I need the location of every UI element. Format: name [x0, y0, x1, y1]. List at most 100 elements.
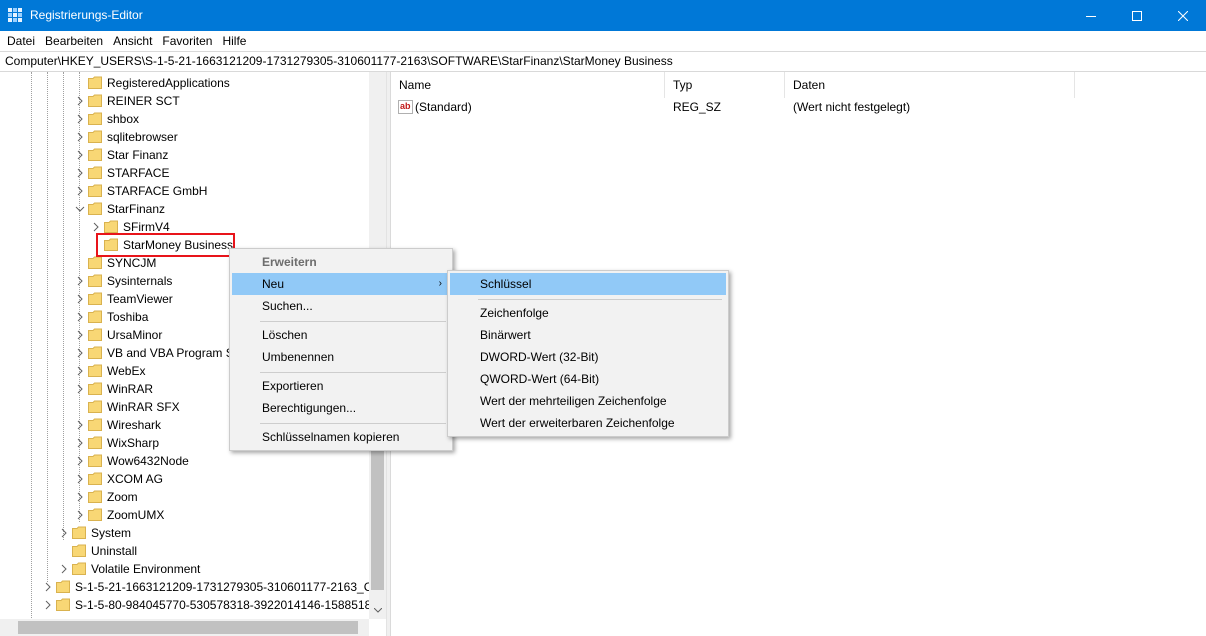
- menu-item-erweitern[interactable]: Erweitern: [232, 251, 450, 273]
- chevron-right-icon[interactable]: [75, 150, 85, 160]
- menu-ansicht[interactable]: Ansicht: [108, 32, 157, 50]
- menu-item-exportieren[interactable]: Exportieren: [232, 375, 450, 397]
- submenu-item-multi-string[interactable]: Wert der mehrteiligen Zeichenfolge: [450, 390, 726, 412]
- tree-item-label: StarFinanz: [107, 202, 166, 216]
- tree-item-label: RegisteredApplications: [107, 76, 230, 90]
- chevron-right-icon[interactable]: [75, 510, 85, 520]
- menu-item-berechtigungen[interactable]: Berechtigungen...: [232, 397, 450, 419]
- submenu-item-binaerwert[interactable]: Binärwert: [450, 324, 726, 346]
- tree-item[interactable]: REINER SCT: [0, 92, 386, 110]
- tree-item[interactable]: System: [0, 524, 386, 542]
- menu-bar: Datei Bearbeiten Ansicht Favoriten Hilfe: [0, 31, 1206, 51]
- chevron-right-icon[interactable]: [43, 600, 53, 610]
- submenu-item-zeichenfolge[interactable]: Zeichenfolge: [450, 302, 726, 324]
- tree-horizontal-scrollbar[interactable]: [0, 619, 369, 636]
- menu-separator: [478, 299, 722, 300]
- folder-icon: [72, 526, 86, 539]
- tree-hscroll-thumb[interactable]: [18, 621, 358, 634]
- chevron-right-icon[interactable]: [75, 492, 85, 502]
- close-button[interactable]: [1160, 0, 1206, 31]
- menu-item-schluesselnamen-kopieren[interactable]: Schlüsselnamen kopieren: [232, 426, 450, 448]
- tree-item-label: UrsaMinor: [107, 328, 163, 342]
- chevron-right-icon[interactable]: [75, 348, 85, 358]
- folder-icon: [88, 346, 102, 359]
- submenu-item-expandable-string[interactable]: Wert der erweiterbaren Zeichenfolge: [450, 412, 726, 434]
- minimize-button[interactable]: [1068, 0, 1114, 31]
- chevron-down-icon[interactable]: [75, 204, 85, 214]
- tree-item[interactable]: XCOM AG: [0, 470, 386, 488]
- submenu-item-dword[interactable]: DWORD-Wert (32-Bit): [450, 346, 726, 368]
- chevron-right-icon[interactable]: [75, 384, 85, 394]
- tree-item[interactable]: STARFACE GmbH: [0, 182, 386, 200]
- tree-item-label: WinRAR: [107, 382, 154, 396]
- tree-item-label: ZoomUMX: [107, 508, 165, 522]
- chevron-right-icon[interactable]: [91, 222, 101, 232]
- chevron-right-icon[interactable]: [75, 186, 85, 196]
- tree-item[interactable]: StarFinanz: [0, 200, 386, 218]
- menu-item-suchen[interactable]: Suchen...: [232, 295, 450, 317]
- folder-icon: [88, 292, 102, 305]
- tree-item[interactable]: Star Finanz: [0, 146, 386, 164]
- chevron-right-icon[interactable]: [59, 564, 69, 574]
- tree-item[interactable]: sqlitebrowser: [0, 128, 386, 146]
- tree-item[interactable]: RegisteredApplications: [0, 74, 386, 92]
- column-header-type[interactable]: Typ: [665, 72, 785, 98]
- title-bar: Registrierungs-Editor: [0, 0, 1206, 31]
- tree-item[interactable]: Uninstall: [0, 542, 386, 560]
- tree-item[interactable]: S-1-5-21-1663121209-1731279305-310601177…: [0, 578, 386, 596]
- folder-icon: [88, 94, 102, 107]
- tree-item[interactable]: Wow6432Node: [0, 452, 386, 470]
- menu-item-loeschen[interactable]: Löschen: [232, 324, 450, 346]
- menu-datei[interactable]: Datei: [2, 32, 40, 50]
- tree-item[interactable]: Volatile Environment: [0, 560, 386, 578]
- tree-item[interactable]: STARFACE: [0, 164, 386, 182]
- menu-item-neu-label: Neu: [262, 277, 285, 291]
- chevron-right-icon[interactable]: [75, 96, 85, 106]
- chevron-right-icon[interactable]: [75, 420, 85, 430]
- chevron-right-icon[interactable]: [75, 294, 85, 304]
- chevron-right-icon[interactable]: [43, 582, 53, 592]
- chevron-right-icon[interactable]: [59, 528, 69, 538]
- tree-item[interactable]: Zoom: [0, 488, 386, 506]
- tree-item-label: Wow6432Node: [107, 454, 189, 468]
- tree-scroll-thumb[interactable]: [371, 450, 384, 590]
- menu-item-umbenennen[interactable]: Umbenennen: [232, 346, 450, 368]
- submenu-arrow-icon: ›: [438, 278, 442, 289]
- menu-separator: [260, 423, 446, 424]
- menu-favoriten[interactable]: Favoriten: [157, 32, 217, 50]
- chevron-right-icon[interactable]: [75, 114, 85, 124]
- chevron-right-icon[interactable]: [75, 456, 85, 466]
- tree-item[interactable]: shbox: [0, 110, 386, 128]
- chevron-right-icon[interactable]: [75, 276, 85, 286]
- folder-icon: [88, 490, 102, 503]
- submenu-item-schluessel[interactable]: Schlüssel: [450, 273, 726, 295]
- folder-icon: [88, 130, 102, 143]
- address-bar[interactable]: Computer\HKEY_USERS\S-1-5-21-1663121209-…: [0, 51, 1206, 72]
- menu-hilfe[interactable]: Hilfe: [217, 32, 251, 50]
- scroll-down-arrow-icon[interactable]: [369, 602, 386, 619]
- tree-item-label: VB and VBA Program S: [107, 346, 234, 360]
- chevron-right-icon[interactable]: [75, 330, 85, 340]
- submenu-item-qword[interactable]: QWORD-Wert (64-Bit): [450, 368, 726, 390]
- chevron-right-icon[interactable]: [75, 474, 85, 484]
- menu-item-neu[interactable]: Neu ›: [232, 273, 450, 295]
- chevron-right-icon[interactable]: [75, 438, 85, 448]
- tree-item[interactable]: S-1-5-80-984045770-530578318-3922014146-…: [0, 596, 386, 614]
- value-row[interactable]: ab (Standard) REG_SZ (Wert nicht festgel…: [391, 98, 1075, 116]
- chevron-right-icon[interactable]: [75, 366, 85, 376]
- chevron-right-icon[interactable]: [75, 312, 85, 322]
- chevron-right-icon[interactable]: [75, 132, 85, 142]
- tree-item-label: REINER SCT: [107, 94, 180, 108]
- column-header-data[interactable]: Daten: [785, 72, 1075, 98]
- maximize-button[interactable]: [1114, 0, 1160, 31]
- value-data: (Wert nicht festgelegt): [793, 100, 911, 114]
- value-name: (Standard): [415, 100, 472, 114]
- menu-bearbeiten[interactable]: Bearbeiten: [40, 32, 108, 50]
- new-submenu: Schlüssel Zeichenfolge Binärwert DWORD-W…: [447, 270, 729, 437]
- chevron-right-icon[interactable]: [75, 168, 85, 178]
- tree-item[interactable]: ZoomUMX: [0, 506, 386, 524]
- values-header: Name Typ Daten: [391, 72, 1075, 98]
- tree-item-label: System: [91, 526, 132, 540]
- tree-item-label: Zoom: [107, 490, 138, 504]
- column-header-name[interactable]: Name: [391, 72, 665, 98]
